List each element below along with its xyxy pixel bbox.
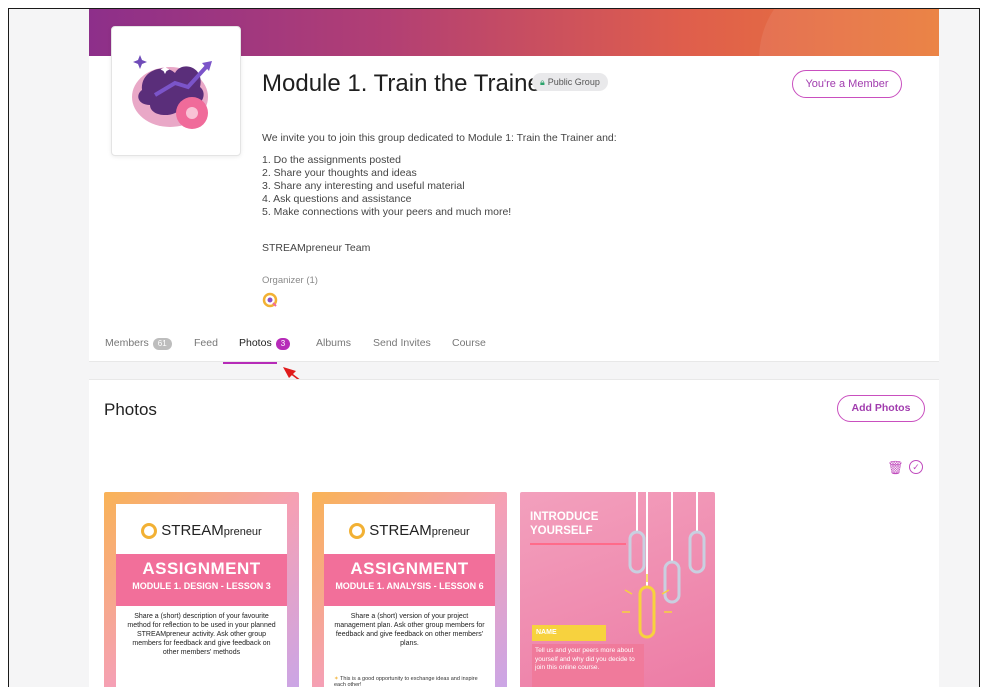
privacy-badge-label: Public Group (547, 77, 600, 87)
photo-logo-text: STREAM (369, 522, 432, 539)
tab-members[interactable]: Members 61 (105, 337, 172, 350)
photo-thumbnail[interactable]: STREAMpreneur ASSIGNMENT MODULE 1. DESIG… (104, 492, 299, 687)
photo-intro-heading-line: INTRODUCE (530, 511, 599, 523)
privacy-badge: 🔒︎ Public Group (532, 73, 608, 91)
tab-course-label: Course (452, 337, 486, 349)
photo-card: STREAMpreneur ASSIGNMENT MODULE 1. DESIG… (116, 504, 287, 687)
group-description: We invite you to join this group dedicat… (262, 132, 617, 219)
trash-icon[interactable]: 🗑︎ (887, 460, 904, 476)
description-item: 2. Share your thoughts and ideas (262, 167, 417, 179)
photo-logo-text: STREAM (161, 522, 224, 539)
photo-heading-band: ASSIGNMENT MODULE 1. DESIGN - LESSON 3 (116, 554, 287, 606)
membership-button[interactable]: You're a Member (792, 70, 902, 98)
paperclip-bulb-illustration (622, 492, 706, 639)
page-frame: Module 1. Train the Trainer 🔒︎ Public Gro… (8, 8, 980, 687)
photo-footer-text: This is a good opportunity to exchange i… (334, 676, 478, 687)
photos-section: Photos Add Photos 🗑︎ ✓ STREAMpreneur ASS… (89, 379, 939, 687)
photo-logo-suffix: preneur (223, 526, 262, 538)
photo-intro-name-label: NAME (532, 625, 606, 641)
description-item: 4. Ask questions and assistance (262, 193, 412, 205)
photo-body: Share a (short) description of your favo… (127, 613, 276, 656)
photo-heading-band: ASSIGNMENT MODULE 1. ANALYSIS - LESSON 6 (324, 554, 495, 606)
tab-send-invites[interactable]: Send Invites (373, 337, 431, 349)
photo-thumbnail[interactable]: INTRODUCE YOURSELF NAME Tell us and your… (520, 492, 715, 687)
photo-subheading: MODULE 1. ANALYSIS - LESSON 6 (335, 581, 484, 591)
description-intro: We invite you to join this group dedicat… (262, 132, 617, 144)
tab-course[interactable]: Course (452, 337, 486, 349)
tab-feed[interactable]: Feed (194, 337, 218, 349)
tab-members-count: 61 (152, 338, 172, 350)
active-tab-indicator (223, 362, 277, 364)
select-check-icon[interactable]: ✓ (909, 460, 923, 474)
description-signature: STREAMpreneur Team (262, 242, 371, 254)
description-item: 5. Make connections with your peers and … (262, 206, 512, 218)
lock-icon: 🔒︎ (540, 77, 545, 87)
organizer-avatar-icon (262, 292, 278, 308)
photo-heading: ASSIGNMENT (142, 559, 261, 578)
photo-subheading: MODULE 1. DESIGN - LESSON 3 (132, 581, 271, 591)
photos-title: Photos (104, 400, 157, 419)
photo-heading: ASSIGNMENT (350, 559, 469, 578)
streampreneur-logo-icon (141, 523, 158, 539)
group-title: Module 1. Train the Trainer (262, 70, 549, 97)
photo-logo: STREAMpreneur (116, 522, 287, 539)
photo-intro-body: Tell us and your peers more about yourse… (532, 644, 644, 687)
description-item: 3. Share any interesting and useful mate… (262, 180, 465, 192)
tab-feed-label: Feed (194, 337, 218, 349)
streampreneur-logo-icon (349, 523, 366, 539)
group-avatar[interactable] (111, 26, 241, 156)
photo-body: Share a (short) version of your project … (334, 613, 485, 647)
tab-send-invites-label: Send Invites (373, 337, 431, 349)
photo-logo-suffix: preneur (431, 526, 470, 538)
photo-logo: STREAMpreneur (324, 522, 495, 539)
tab-photos[interactable]: Photos 3 (239, 337, 291, 350)
photo-footer: ✶ This is a good opportunity to exchange… (334, 676, 485, 687)
tab-photos-count: 3 (275, 338, 291, 350)
organizer-avatar[interactable] (262, 292, 278, 313)
tab-albums[interactable]: Albums (316, 337, 351, 349)
photo-thumbnail[interactable]: STREAMpreneur ASSIGNMENT MODULE 1. ANALY… (312, 492, 507, 687)
tab-photos-label: Photos (239, 337, 272, 349)
organizer-label: Organizer (1) (262, 275, 318, 286)
group-avatar-illustration (132, 55, 212, 129)
tab-albums-label: Albums (316, 337, 352, 349)
tab-members-label: Members (105, 337, 149, 349)
group-header: Module 1. Train the Trainer 🔒︎ Public Gro… (89, 26, 939, 364)
photo-intro-heading: INTRODUCE YOURSELF (530, 510, 598, 538)
description-list: 1. Do the assignments posted 2. Share yo… (262, 154, 617, 219)
photo-card: STREAMpreneur ASSIGNMENT MODULE 1. ANALY… (324, 504, 495, 687)
description-item: 1. Do the assignments posted (262, 154, 401, 166)
add-photos-button[interactable]: Add Photos (837, 395, 925, 422)
photo-intro-heading-line: YOURSELF (530, 525, 593, 537)
